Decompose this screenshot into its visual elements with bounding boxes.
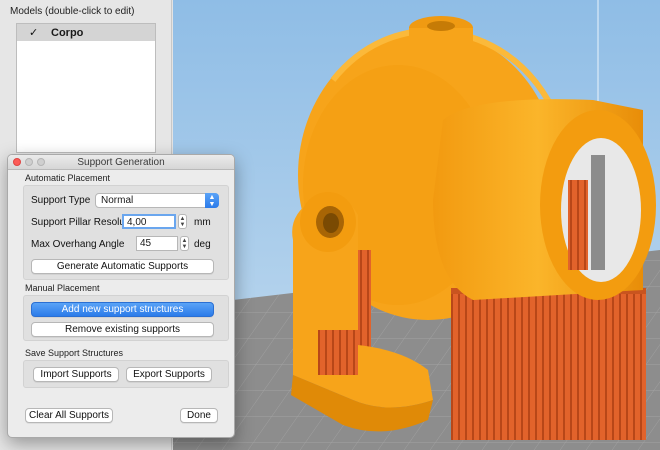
3d-viewport[interactable] bbox=[173, 0, 660, 450]
support-type-label: Support Type bbox=[31, 195, 91, 206]
overhang-angle-unit: deg bbox=[194, 239, 211, 250]
support-generation-dialog: Support Generation Automatic Placement S… bbox=[7, 154, 235, 438]
remove-existing-supports-button[interactable]: Remove existing supports bbox=[31, 322, 214, 337]
support-inside-bore bbox=[568, 180, 588, 270]
done-button[interactable]: Done bbox=[180, 408, 218, 423]
manual-placement-group: Add new support structures Remove existi… bbox=[23, 295, 229, 341]
model-name: Corpo bbox=[51, 26, 84, 39]
model-top-boss-hole bbox=[427, 21, 455, 31]
automatic-placement-label: Automatic Placement bbox=[25, 173, 111, 183]
save-support-structures-label: Save Support Structures bbox=[25, 348, 124, 358]
viewport-scene bbox=[173, 0, 660, 450]
dialog-title: Support Generation bbox=[77, 157, 165, 168]
pillar-resolution-unit: mm bbox=[194, 217, 211, 228]
pillar-resolution-input[interactable]: 4,00 bbox=[122, 214, 176, 229]
dialog-titlebar[interactable]: Support Generation bbox=[8, 155, 234, 170]
pillar-resolution-stepper[interactable]: ▲ ▼ bbox=[178, 214, 187, 229]
overhang-angle-label: Max Overhang Angle bbox=[31, 239, 125, 250]
export-supports-button[interactable]: Export Supports bbox=[126, 367, 212, 382]
save-support-structures-group: Import Supports Export Supports bbox=[23, 360, 229, 388]
models-panel-title: Models (double-click to edit) bbox=[10, 6, 135, 17]
model-list-item[interactable]: ✓ Corpo bbox=[17, 24, 155, 41]
model-list[interactable]: ✓ Corpo bbox=[16, 23, 156, 153]
support-block-arm bbox=[318, 330, 358, 375]
chevron-updown-icon: ▲ ▼ bbox=[205, 193, 219, 208]
import-supports-button[interactable]: Import Supports bbox=[33, 367, 119, 382]
overhang-angle-stepper[interactable]: ▲ ▼ bbox=[180, 236, 189, 251]
manual-placement-label: Manual Placement bbox=[25, 283, 100, 293]
support-type-select[interactable]: Normal ▲ ▼ bbox=[95, 193, 219, 208]
clear-all-supports-button[interactable]: Clear All Supports bbox=[25, 408, 113, 423]
model-visible-checkbox[interactable]: ✓ bbox=[29, 26, 41, 39]
generate-automatic-supports-button[interactable]: Generate Automatic Supports bbox=[31, 259, 214, 274]
support-block-front bbox=[451, 290, 646, 440]
model-side-boss-hole-inner bbox=[323, 213, 339, 233]
model-cylinder-bore-rib bbox=[591, 155, 605, 270]
model-top-boss-side bbox=[409, 28, 473, 50]
support-type-value: Normal bbox=[101, 195, 134, 206]
overhang-angle-input[interactable]: 45 bbox=[136, 236, 178, 251]
add-support-structures-button[interactable]: Add new support structures bbox=[31, 302, 214, 317]
